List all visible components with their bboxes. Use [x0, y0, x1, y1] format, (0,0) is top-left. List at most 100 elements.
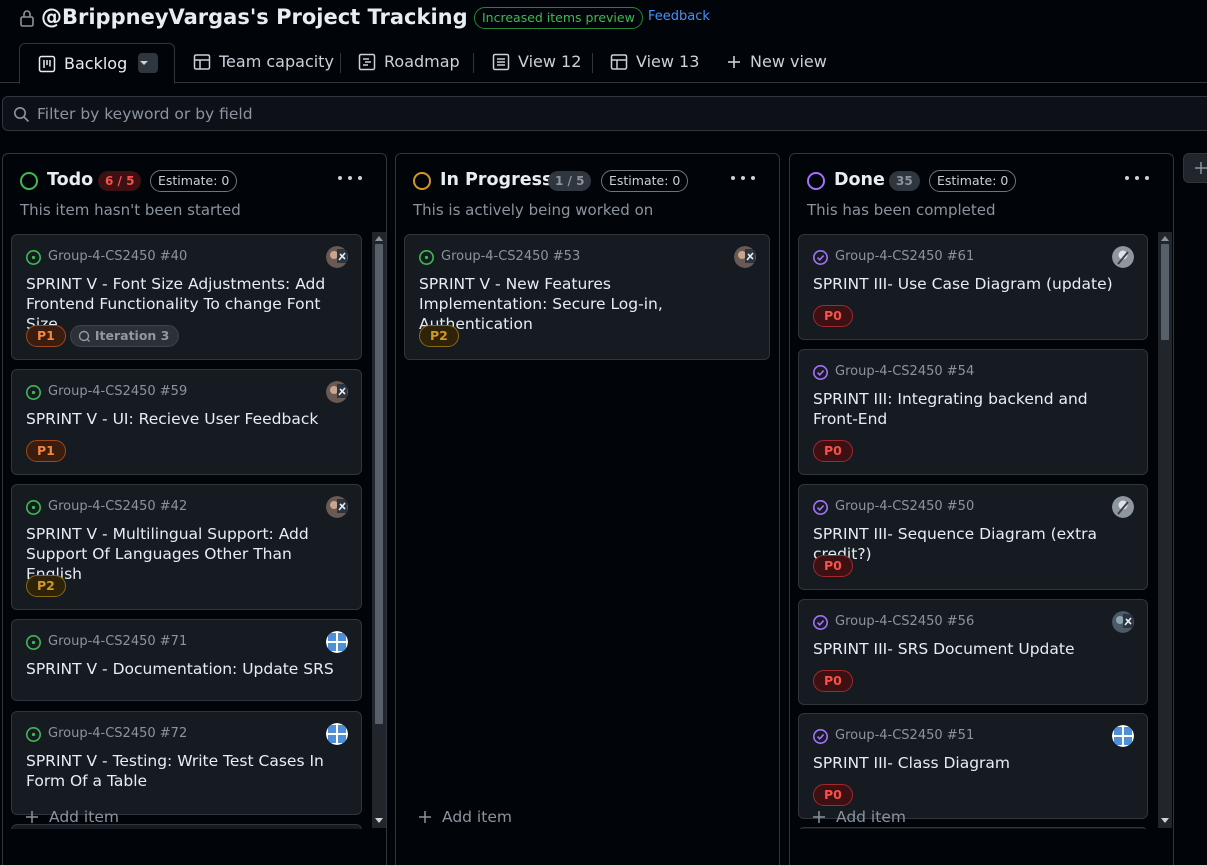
issue-reference[interactable]: Group-4-CS2450 #71 [48, 634, 187, 649]
tab-label: Backlog [64, 54, 128, 73]
column-scrollbar[interactable] [1158, 232, 1172, 828]
add-item-button[interactable]: Add item [418, 806, 512, 828]
issue-title[interactable]: SPRINT V - New Features Implementation: … [419, 274, 739, 334]
open-issue-icon [26, 635, 41, 650]
column-description: This has been completed [807, 201, 996, 219]
issue-reference[interactable]: Group-4-CS2450 #40 [48, 249, 187, 264]
closed-issue-icon [813, 500, 828, 515]
table-icon [610, 53, 628, 70]
priority-label[interactable]: P2 [26, 575, 66, 597]
view-options-button[interactable] [138, 53, 158, 73]
tab-label: New view [750, 52, 827, 71]
tab-view-12[interactable]: View 12 [492, 40, 581, 83]
column-todo: Todo 6 / 5 Estimate: 0 This item hasn't … [2, 153, 387, 865]
issue-card[interactable]: Group-4-CS2450 #71 SPRINT V - Documentat… [11, 619, 362, 701]
column-menu-button[interactable] [731, 168, 755, 188]
issue-title[interactable]: SPRINT V - UI: Recieve User Feedback [26, 409, 346, 429]
tab-label: Roadmap [384, 52, 460, 71]
issue-reference[interactable]: Group-4-CS2450 #51 [835, 728, 974, 743]
estimate-badge: Estimate: 0 [929, 170, 1017, 192]
issue-card[interactable]: Group-4-CS2450 #61 SPRINT III- Use Case … [798, 234, 1148, 340]
issue-card[interactable]: Group-4-CS2450 #54 SPRINT III: Integrati… [798, 349, 1148, 475]
scrollbar-thumb[interactable] [375, 244, 383, 724]
scroll-up-arrow[interactable] [1161, 236, 1169, 241]
issue-card[interactable]: Group-4-CS2450 #72 SPRINT V - Testing: W… [11, 711, 362, 815]
assignee-avatar[interactable] [326, 381, 348, 403]
priority-label[interactable]: P0 [813, 305, 853, 327]
priority-label[interactable]: P2 [419, 325, 459, 347]
column-scrollbar[interactable] [372, 232, 386, 828]
plus-icon [1195, 162, 1207, 174]
issue-card[interactable]: Group-4-CS2450 #50 SPRINT III- Sequence … [798, 484, 1148, 590]
add-column-button[interactable] [1183, 153, 1207, 183]
label-list: P0 [813, 305, 853, 327]
issue-title[interactable]: SPRINT V - Multilingual Support: Add Sup… [26, 524, 346, 584]
issue-title[interactable]: SPRINT III- Class Diagram [813, 753, 1133, 773]
assignee-avatar[interactable] [1112, 496, 1134, 518]
label-list: P1 Iteration 3 [26, 325, 180, 347]
assignee-avatar[interactable] [1112, 246, 1134, 268]
column-title: Todo [47, 170, 94, 190]
column-menu-button[interactable] [338, 168, 362, 188]
column-menu-button[interactable] [1125, 168, 1149, 188]
tab-divider [340, 53, 341, 73]
issue-reference[interactable]: Group-4-CS2450 #53 [441, 249, 580, 264]
assignee-avatar[interactable] [326, 723, 348, 745]
priority-label[interactable]: P1 [26, 440, 66, 462]
priority-label[interactable]: P0 [813, 670, 853, 692]
tab-divider [592, 53, 593, 73]
preview-badge[interactable]: Increased items preview [474, 7, 643, 29]
add-item-button[interactable]: Add item [25, 806, 119, 828]
column-header: Todo 6 / 5 Estimate: 0 This item hasn't … [3, 154, 386, 232]
feedback-link[interactable]: Feedback [648, 9, 710, 24]
issue-reference[interactable]: Group-4-CS2450 #50 [835, 499, 974, 514]
issue-card[interactable]: Group-4-CS2450 #51 SPRINT III- Class Dia… [798, 713, 1148, 819]
issue-card[interactable]: Group-4-CS2450 #53 SPRINT V - New Featur… [404, 234, 770, 360]
plus-icon [419, 811, 431, 823]
assignee-avatar[interactable] [1112, 725, 1134, 747]
priority-label[interactable]: P0 [813, 555, 853, 577]
scroll-down-arrow[interactable] [1161, 818, 1169, 823]
issue-title[interactable]: SPRINT III: Integrating backend and Fron… [813, 389, 1133, 429]
search-icon [14, 107, 30, 123]
add-item-button[interactable]: Add item [812, 806, 906, 828]
issue-reference[interactable]: Group-4-CS2450 #56 [835, 614, 974, 629]
new-view-button[interactable]: New view [726, 40, 827, 83]
priority-label[interactable]: P0 [813, 440, 853, 462]
priority-label[interactable]: P1 [26, 325, 66, 347]
tab-backlog[interactable]: Backlog [19, 43, 175, 84]
tab-team-capacity[interactable]: Team capacity [193, 40, 334, 83]
issue-card[interactable]: Group-4-CS2450 #56 SPRINT III- SRS Docum… [798, 599, 1148, 705]
item-count-badge: 35 [889, 171, 920, 191]
iteration-label[interactable]: Iteration 3 [69, 325, 180, 347]
issue-reference[interactable]: Group-4-CS2450 #54 [835, 364, 974, 379]
issue-title[interactable]: SPRINT V - Documentation: Update SRS [26, 659, 346, 679]
filter-input[interactable] [37, 103, 637, 125]
assignee-avatar[interactable] [734, 246, 756, 268]
project-title: @BrippneyVargas's Project Tracking [41, 5, 468, 29]
scrollbar-thumb[interactable] [1161, 244, 1169, 340]
issue-card[interactable]: Group-4-CS2450 #42 SPRINT V - Multilingu… [11, 484, 362, 610]
issue-title[interactable]: SPRINT III- Use Case Diagram (update) [813, 274, 1133, 294]
tab-view-13[interactable]: View 13 [610, 40, 699, 83]
status-in-progress-icon [413, 172, 431, 190]
scroll-down-arrow[interactable] [375, 818, 383, 823]
assignee-avatar[interactable] [326, 631, 348, 653]
issue-title[interactable]: SPRINT III- Sequence Diagram (extra cred… [813, 524, 1133, 564]
assignee-avatar[interactable] [326, 496, 348, 518]
issue-title[interactable]: SPRINT III- SRS Document Update [813, 639, 1133, 659]
priority-label[interactable]: P0 [813, 784, 853, 806]
issue-reference[interactable]: Group-4-CS2450 #72 [48, 726, 187, 741]
assignee-avatar[interactable] [1112, 611, 1134, 633]
status-todo-icon [20, 172, 38, 190]
closed-issue-icon [813, 615, 828, 630]
issue-card[interactable]: Group-4-CS2450 #40 SPRINT V - Font Size … [11, 234, 362, 360]
issue-title[interactable]: SPRINT V - Testing: Write Test Cases In … [26, 751, 346, 791]
assignee-avatar[interactable] [326, 246, 348, 268]
issue-reference[interactable]: Group-4-CS2450 #59 [48, 384, 187, 399]
issue-reference[interactable]: Group-4-CS2450 #61 [835, 249, 974, 264]
scroll-up-arrow[interactable] [375, 236, 383, 241]
issue-card[interactable]: Group-4-CS2450 #59 SPRINT V - UI: Reciev… [11, 369, 362, 475]
issue-reference[interactable]: Group-4-CS2450 #42 [48, 499, 187, 514]
tab-roadmap[interactable]: Roadmap [358, 40, 460, 83]
